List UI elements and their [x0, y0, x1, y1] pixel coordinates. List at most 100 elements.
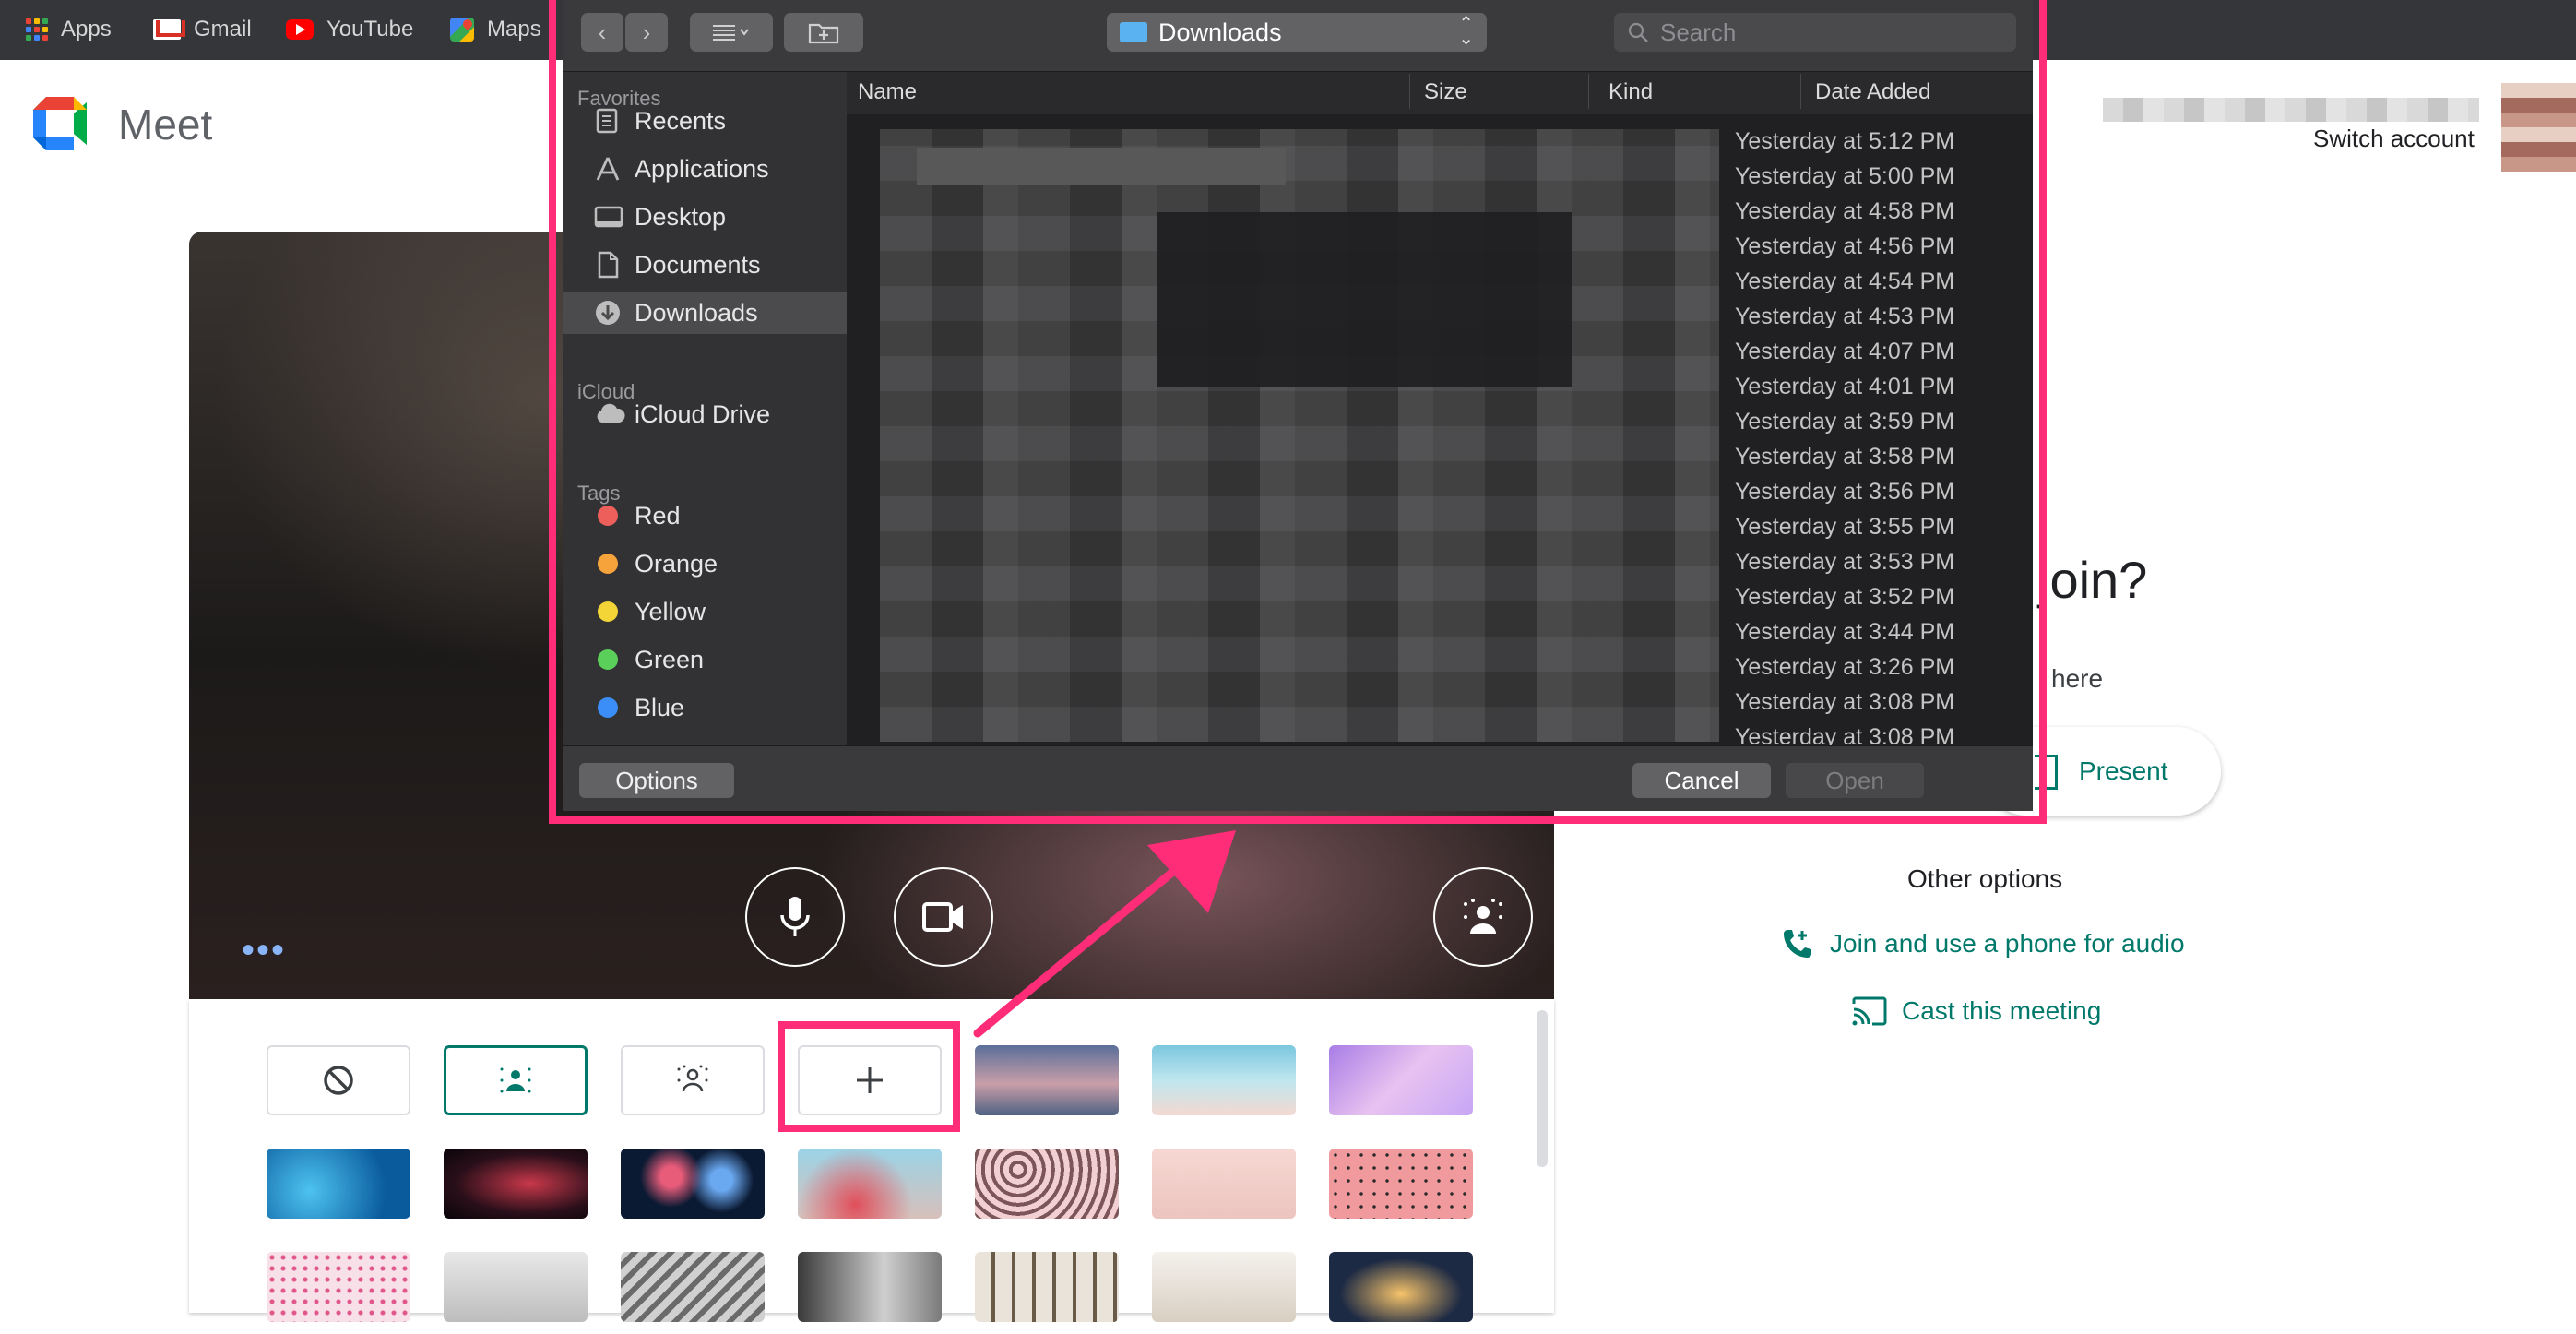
meet-title: Meet — [118, 101, 213, 149]
background-tile[interactable] — [1329, 1252, 1473, 1322]
documents-icon — [594, 251, 622, 279]
visual-effects-button[interactable] — [1433, 867, 1533, 967]
column-header-size[interactable]: Size — [1424, 79, 1467, 105]
dialog-footer: Options Cancel Open — [563, 745, 2033, 811]
sidebar-tag-yellow[interactable]: Yellow — [563, 590, 847, 633]
microphone-toggle-button[interactable] — [745, 867, 845, 967]
background-tile[interactable] — [1329, 1149, 1473, 1219]
view-mode-button[interactable] — [690, 13, 773, 52]
present-label: Present — [2079, 756, 2168, 785]
new-folder-icon — [808, 23, 839, 44]
background-effects-icon — [1464, 899, 1502, 934]
file-row-date: Yesterday at 3:44 PM — [1735, 619, 1955, 645]
back-button[interactable]: ‹ — [581, 13, 623, 52]
sidebar-item-documents[interactable]: Documents — [563, 244, 847, 286]
bookmark-youtube[interactable]: YouTube — [286, 13, 413, 46]
gallery-scrollbar[interactable] — [1537, 1010, 1548, 1167]
file-row-date: Yesterday at 3:53 PM — [1735, 549, 1955, 575]
background-tile[interactable] — [1152, 1252, 1296, 1322]
bookmark-maps[interactable]: Maps — [450, 13, 541, 46]
file-open-dialog: ‹ › Downloads ⌃ ⌄ Search Favorites Recen… — [563, 0, 2033, 811]
file-row-date: Yesterday at 4:07 PM — [1735, 339, 1955, 364]
location-popup[interactable]: Downloads ⌃ ⌄ — [1107, 13, 1487, 52]
sidebar-item-label: Red — [635, 501, 681, 530]
chevron-right-icon: › — [642, 18, 651, 46]
column-divider[interactable] — [1800, 74, 1801, 109]
sidebar-item-recents[interactable]: Recents — [563, 100, 847, 142]
cancel-button[interactable]: Cancel — [1632, 763, 1771, 798]
yellow-tag-dot-icon — [598, 601, 618, 622]
sidebar-item-label: Recents — [635, 106, 727, 135]
background-tile[interactable] — [798, 1252, 942, 1322]
sidebar-tag-blue[interactable]: Blue — [563, 686, 847, 729]
background-tile[interactable] — [621, 1149, 765, 1219]
gmail-icon — [153, 19, 181, 40]
slight-blur-tile[interactable] — [444, 1045, 588, 1115]
file-row-date: Yesterday at 3:59 PM — [1735, 409, 1955, 435]
sidebar-tag-orange[interactable]: Orange — [563, 542, 847, 585]
other-options-heading: Other options — [1907, 864, 2063, 893]
background-tile[interactable] — [267, 1252, 410, 1322]
sidebar-item-label: Yellow — [635, 597, 706, 625]
new-folder-button[interactable] — [784, 13, 863, 52]
sidebar-item-applications[interactable]: Applications — [563, 148, 847, 190]
avatar[interactable] — [2501, 83, 2576, 172]
bookmark-apps[interactable]: Apps — [26, 13, 112, 46]
column-divider[interactable] — [1588, 74, 1589, 109]
background-tile[interactable] — [621, 1252, 765, 1322]
forward-button[interactable]: › — [625, 13, 668, 52]
no-one-here-text: here — [2051, 664, 2104, 693]
sidebar-tag-green[interactable]: Green — [563, 638, 847, 681]
column-header-name[interactable]: Name — [858, 79, 917, 105]
sidebar-item-label: Applications — [635, 154, 769, 183]
recents-icon — [594, 107, 622, 135]
sidebar-item-label: Green — [635, 645, 705, 673]
background-tile[interactable] — [444, 1252, 588, 1322]
sidebar-item-icloud-drive[interactable]: iCloud Drive — [563, 393, 847, 435]
switch-account-link[interactable]: Switch account — [2313, 125, 2475, 153]
background-tile[interactable] — [1152, 1149, 1296, 1219]
blue-tag-dot-icon — [598, 697, 618, 718]
background-tile[interactable] — [798, 1149, 942, 1219]
background-tile[interactable] — [1152, 1045, 1296, 1115]
sidebar-item-downloads[interactable]: Downloads — [563, 292, 847, 334]
background-tile[interactable] — [1329, 1045, 1473, 1115]
sidebar-tag-red[interactable]: Red — [563, 494, 847, 537]
orange-tag-dot-icon — [598, 554, 618, 574]
column-divider[interactable] — [1409, 74, 1410, 109]
background-tile[interactable] — [975, 1149, 1119, 1219]
file-row-date: Yesterday at 4:58 PM — [1735, 198, 1955, 224]
list-view-icon — [713, 25, 749, 41]
cast-icon — [1852, 996, 1887, 1026]
sidebar-item-desktop[interactable]: Desktop — [563, 196, 847, 238]
background-tile[interactable] — [444, 1149, 588, 1219]
bookmark-label: Gmail — [194, 17, 252, 42]
background-tile[interactable] — [975, 1252, 1119, 1322]
no-effect-tile[interactable] — [267, 1045, 410, 1115]
background-tile[interactable] — [975, 1045, 1119, 1115]
dialog-toolbar: ‹ › Downloads ⌃ ⌄ Search — [563, 0, 2033, 72]
more-options-icon[interactable]: ••• — [242, 932, 286, 969]
annotation-arrow — [973, 830, 1236, 1038]
maps-icon — [450, 18, 474, 42]
file-row-date: Yesterday at 3:26 PM — [1735, 654, 1955, 680]
background-tile[interactable] — [267, 1149, 410, 1219]
column-header-date-added[interactable]: Date Added — [1815, 79, 1930, 105]
cloud-icon — [594, 400, 625, 428]
cast-meeting-link[interactable]: Cast this meeting — [1902, 996, 2101, 1026]
chevron-left-icon: ‹ — [598, 18, 607, 46]
column-header-kind[interactable]: Kind — [1609, 79, 1653, 105]
join-phone-link[interactable]: Join and use a phone for audio — [1830, 929, 2185, 959]
options-button[interactable]: Options — [579, 763, 734, 798]
file-list[interactable]: Yesterday at 5:12 PM Yesterday at 5:00 PM… — [847, 114, 2033, 745]
sidebar-item-label: Desktop — [635, 202, 727, 231]
file-row-date: Yesterday at 3:52 PM — [1735, 584, 1955, 610]
red-tag-dot-icon — [598, 506, 618, 526]
blur-tile[interactable] — [621, 1045, 765, 1115]
search-field[interactable]: Search — [1614, 13, 2016, 52]
bookmark-gmail[interactable]: Gmail — [153, 13, 252, 46]
up-down-chevron-icon: ⌃ ⌄ — [1458, 14, 1474, 49]
open-button[interactable]: Open — [1786, 763, 1924, 798]
sidebar-item-label: iCloud Drive — [635, 399, 771, 428]
block-icon — [324, 1066, 353, 1095]
